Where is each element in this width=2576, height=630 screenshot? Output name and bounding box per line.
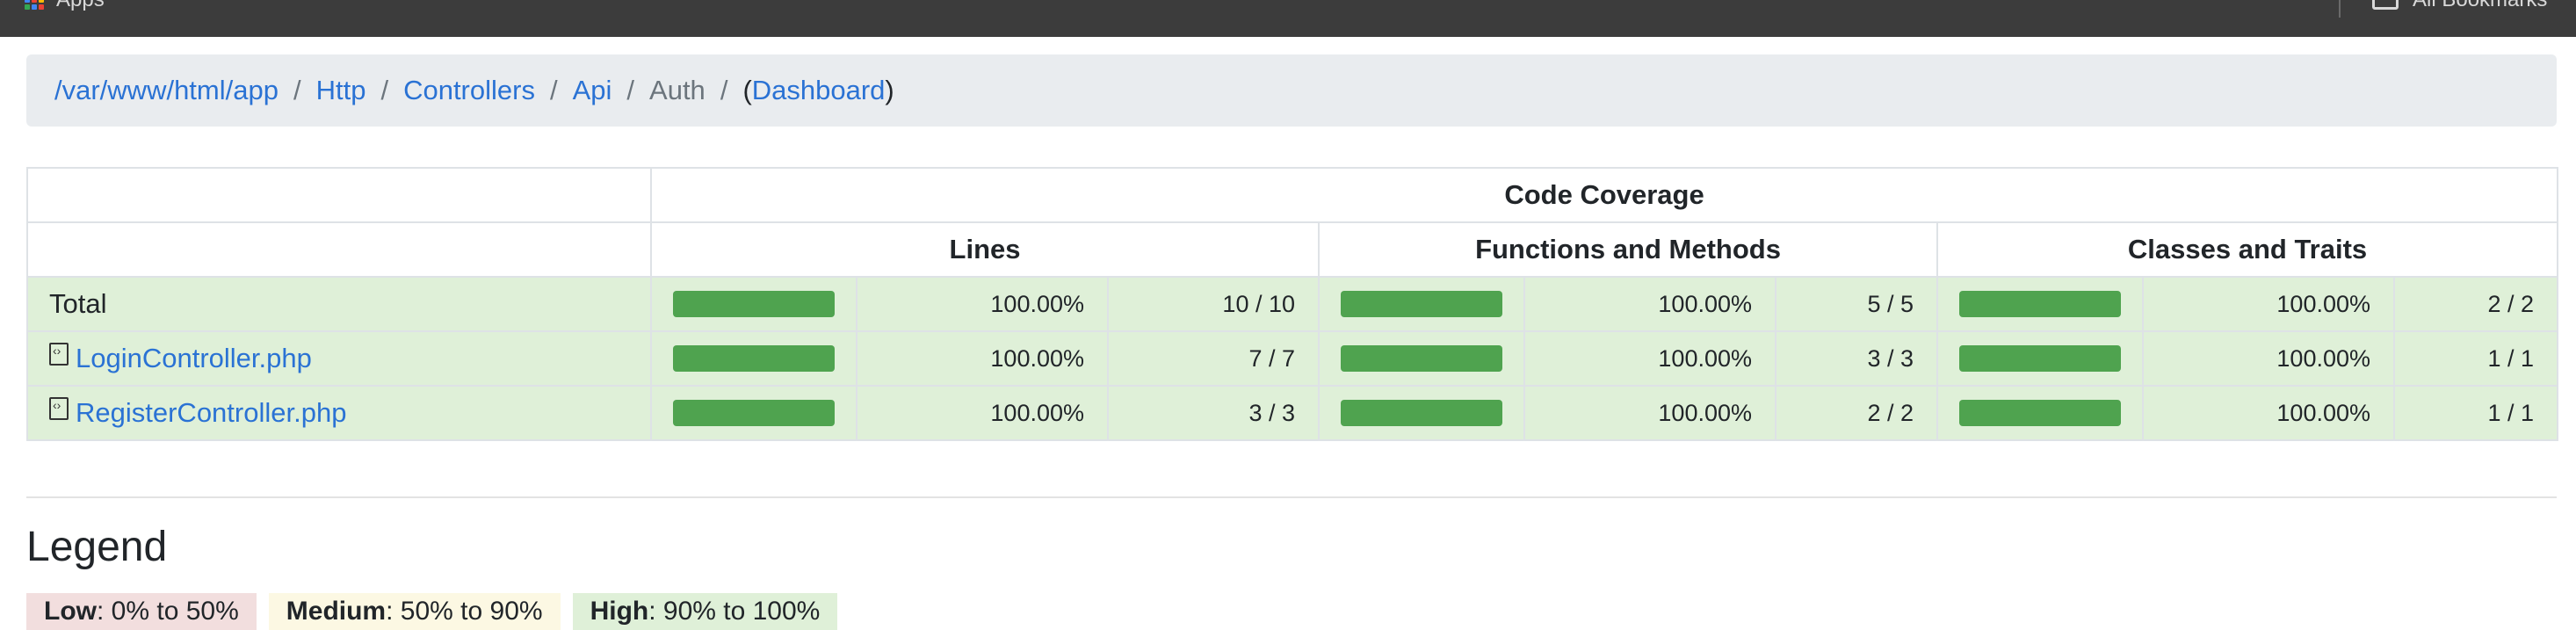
breadcrumb-link-http[interactable]: Http	[316, 75, 366, 106]
code-coverage-header: Code Coverage	[649, 167, 2559, 223]
progress-fill	[1959, 345, 2121, 372]
lines-percent: 100.00%	[856, 276, 1109, 332]
progress-fill	[1959, 291, 2121, 317]
methods-ratio: 5 / 5	[1775, 276, 1938, 332]
breadcrumb: /var/www/html/app / Http / Controllers /…	[26, 54, 2557, 127]
classes-percent: 100.00%	[2142, 330, 2395, 387]
apps-grid-icon	[25, 0, 44, 10]
progress-fill	[1341, 345, 1502, 372]
legend-high-range: : 90% to 100%	[648, 597, 821, 626]
methods-progress-bar	[1341, 291, 1502, 317]
coverage-table: Code Coverage Lines Functions and Method…	[26, 167, 2559, 441]
apps-label: Apps	[56, 0, 105, 12]
classes-progress-bar	[1959, 400, 2121, 426]
legend-title: Legend	[26, 524, 168, 570]
dashboard-paren-open: (	[742, 75, 752, 105]
progress-fill	[673, 345, 835, 372]
dashboard-link[interactable]: Dashboard	[752, 75, 886, 106]
methods-ratio: 3 / 3	[1775, 330, 1938, 387]
progress-fill	[1341, 291, 1502, 317]
classes-traits-header: Classes and Traits	[1936, 221, 2559, 278]
code-file-icon	[49, 397, 69, 420]
table-row-login-controller: LoginController.php 100.00% 7 / 7 100.00…	[26, 330, 2559, 387]
lines-ratio: 7 / 7	[1107, 330, 1320, 387]
header-empty-cell	[26, 167, 652, 223]
methods-progress-bar	[1341, 345, 1502, 372]
legend-low: Low: 0% to 50%	[26, 593, 257, 630]
methods-percent: 100.00%	[1523, 276, 1776, 332]
progress-fill	[1959, 400, 2121, 426]
section-divider	[26, 496, 2557, 498]
breadcrumb-link-controllers[interactable]: Controllers	[403, 75, 535, 106]
header-empty-cell	[26, 221, 652, 278]
legend-high: High: 90% to 100%	[572, 593, 838, 630]
breadcrumb-link-app[interactable]: /var/www/html/app	[54, 75, 279, 106]
progress-fill	[673, 400, 835, 426]
legend-medium-range: : 50% to 90%	[386, 597, 543, 626]
lines-ratio: 3 / 3	[1107, 385, 1320, 441]
breadcrumb-separator: /	[626, 75, 635, 105]
lines-progress-bar	[673, 291, 835, 317]
table-row-total: Total 100.00% 10 / 10 100.00% 5 / 5 100.…	[26, 276, 2559, 332]
bookmarks-divider	[2339, 0, 2341, 18]
code-file-icon	[49, 343, 69, 366]
all-bookmarks-label: All Bookmarks	[2413, 0, 2547, 12]
classes-ratio: 2 / 2	[2392, 276, 2559, 332]
legend-medium: Medium: 50% to 90%	[268, 593, 561, 630]
legend: Low: 0% to 50% Medium: 50% to 90% High: …	[26, 593, 838, 630]
classes-progress-bar	[1959, 291, 2121, 317]
classes-ratio: 1 / 1	[2392, 330, 2559, 387]
folder-icon	[2372, 0, 2399, 10]
lines-ratio: 10 / 10	[1107, 276, 1320, 332]
breadcrumb-separator: /	[380, 75, 389, 105]
legend-medium-label: Medium	[286, 597, 387, 626]
methods-progress-bar	[1341, 400, 1502, 426]
breadcrumb-separator: /	[549, 75, 558, 105]
breadcrumb-separator: /	[720, 75, 728, 105]
file-link[interactable]: LoginController.php	[76, 343, 312, 373]
table-row-register-controller: RegisterController.php 100.00% 3 / 3 100…	[26, 385, 2559, 441]
methods-percent: 100.00%	[1523, 385, 1776, 441]
classes-progress-bar	[1959, 345, 2121, 372]
progress-fill	[673, 291, 835, 317]
lines-header: Lines	[650, 221, 1320, 278]
lines-percent: 100.00%	[856, 330, 1109, 387]
legend-low-label: Low	[44, 597, 97, 626]
breadcrumb-current: Auth	[649, 75, 706, 105]
legend-high-label: High	[590, 597, 649, 626]
classes-percent: 100.00%	[2142, 385, 2395, 441]
legend-low-range: : 0% to 50%	[97, 597, 239, 626]
lines-progress-bar	[673, 400, 835, 426]
all-bookmarks-button[interactable]: All Bookmarks	[2372, 0, 2547, 12]
breadcrumb-separator: /	[293, 75, 301, 105]
breadcrumb-link-api[interactable]: Api	[573, 75, 612, 106]
row-name: Total	[26, 276, 652, 332]
classes-percent: 100.00%	[2142, 276, 2395, 332]
lines-progress-bar	[673, 345, 835, 372]
classes-ratio: 1 / 1	[2392, 385, 2559, 441]
methods-percent: 100.00%	[1523, 330, 1776, 387]
functions-methods-header: Functions and Methods	[1318, 221, 1938, 278]
apps-shortcut[interactable]: Apps	[25, 0, 105, 12]
lines-percent: 100.00%	[856, 385, 1109, 441]
bookmarks-bar: Apps All Bookmarks	[0, 0, 2576, 37]
methods-ratio: 2 / 2	[1775, 385, 1938, 441]
progress-fill	[1341, 400, 1502, 426]
dashboard-paren-close: )	[885, 75, 894, 105]
file-link[interactable]: RegisterController.php	[76, 397, 346, 428]
